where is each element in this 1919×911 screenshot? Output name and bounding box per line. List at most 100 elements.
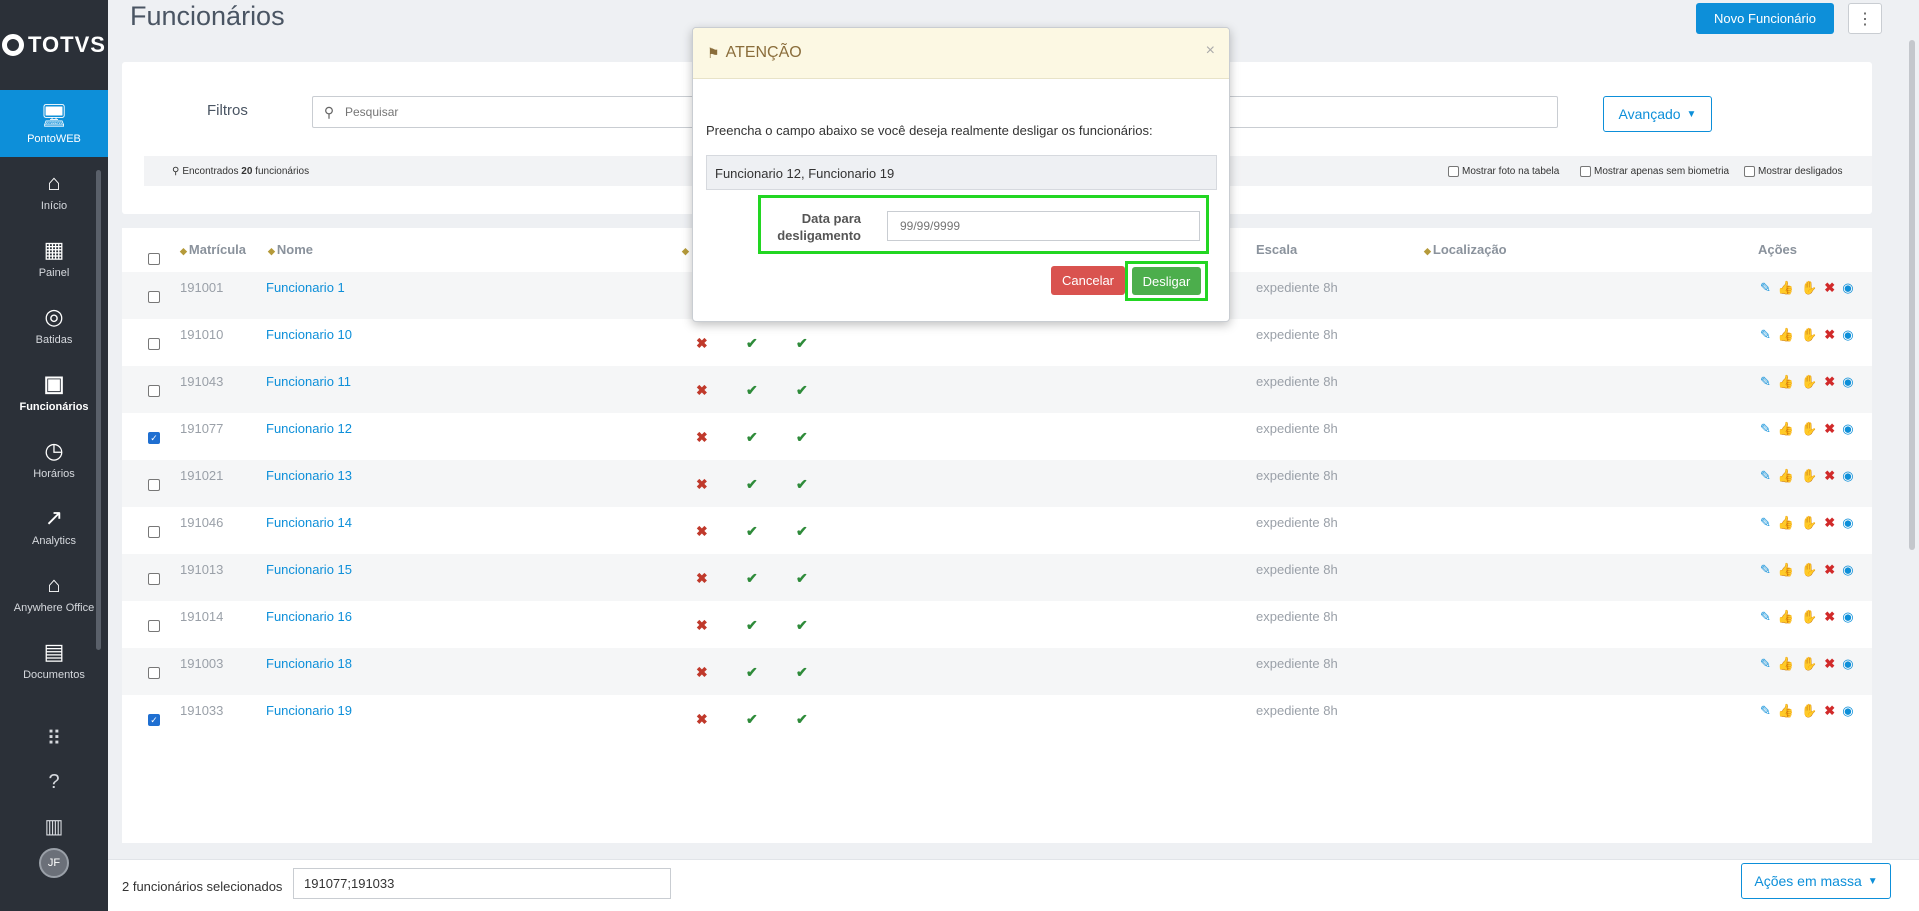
column-matricula[interactable]: ◆ Matrícula <box>180 242 246 257</box>
checkbox[interactable] <box>1580 166 1591 177</box>
hand-icon[interactable]: ✋ <box>1801 515 1817 531</box>
employee-name-link[interactable]: Funcionario 19 <box>266 703 352 718</box>
selected-ids-field[interactable]: 191077;191033 <box>293 868 671 899</box>
sidebar-item-horarios[interactable]: ◷ Horários <box>0 425 108 492</box>
option-show-photo[interactable]: Mostrar foto na tabela <box>1448 166 1559 177</box>
edit-icon[interactable]: ✎ <box>1760 515 1771 531</box>
search-input[interactable] <box>345 105 745 119</box>
row-checkbox[interactable] <box>148 385 160 397</box>
table-row[interactable]: ✓ 191077 Funcionario 12 ✖ ✔ ✔ expediente 8h ✎ 👍 ✋… <box>122 413 1872 460</box>
column-nome[interactable]: ◆ Nome <box>268 242 313 257</box>
employee-name-link[interactable]: Funcionario 11 <box>266 374 351 389</box>
eye-icon[interactable]: ◉ <box>1842 327 1853 343</box>
edit-icon[interactable]: ✎ <box>1760 374 1771 390</box>
employee-name-link[interactable]: Funcionario 18 <box>266 656 352 671</box>
edit-icon[interactable]: ✎ <box>1760 421 1771 437</box>
help-icon[interactable]: ? <box>48 760 59 804</box>
column-sort-extra[interactable]: ◆ <box>682 242 691 257</box>
checkbox[interactable] <box>1448 166 1459 177</box>
table-row[interactable]: 191046 Funcionario 14 ✖ ✔ ✔ expediente 8h ✎ 👍 ✋ ✖… <box>122 507 1872 554</box>
employee-name-link[interactable]: Funcionario 13 <box>266 468 352 483</box>
row-checkbox[interactable] <box>148 338 160 350</box>
table-row[interactable]: 191013 Funcionario 15 ✖ ✔ ✔ expediente 8h ✎ 👍 ✋ ✖… <box>122 554 1872 601</box>
hand-icon[interactable]: ✋ <box>1801 327 1817 343</box>
sidebar-item-batidas[interactable]: ◎ Batidas <box>0 291 108 358</box>
sidebar-item-anywhere-office[interactable]: ⌂ Anywhere Office <box>0 559 108 626</box>
thumbs-up-icon[interactable]: 👍 <box>1778 703 1794 719</box>
edit-icon[interactable]: ✎ <box>1760 656 1771 672</box>
hand-icon[interactable]: ✋ <box>1801 280 1817 296</box>
sidebar-item-analytics[interactable]: ↗ Analytics <box>0 492 108 559</box>
cancel-button[interactable]: Cancelar <box>1051 266 1125 295</box>
sidebar-item-inicio[interactable]: ⌂ Início <box>0 157 108 224</box>
eye-icon[interactable]: ◉ <box>1842 421 1853 437</box>
more-options-button[interactable]: ⋮ <box>1848 3 1882 34</box>
thumbs-up-icon[interactable]: 👍 <box>1778 421 1794 437</box>
employee-name-link[interactable]: Funcionario 10 <box>266 327 352 342</box>
eye-icon[interactable]: ◉ <box>1842 703 1853 719</box>
page-scrollbar[interactable] <box>1909 40 1915 550</box>
apps-grid-icon[interactable]: ⠿ <box>47 716 62 760</box>
thumbs-up-icon[interactable]: 👍 <box>1778 327 1794 343</box>
delete-icon[interactable]: ✖ <box>1824 374 1835 390</box>
company-icon[interactable]: ▥ <box>45 804 64 848</box>
eye-icon[interactable]: ◉ <box>1842 609 1853 625</box>
mass-actions-button[interactable]: Ações em massa ▼ <box>1741 863 1891 899</box>
sidebar-item-funcionarios[interactable]: ▣ Funcionários <box>0 358 108 425</box>
desligar-button[interactable]: Desligar <box>1132 267 1201 295</box>
hand-icon[interactable]: ✋ <box>1801 609 1817 625</box>
edit-icon[interactable]: ✎ <box>1760 280 1771 296</box>
sidebar-item-pontoweb[interactable]: 🖥 PontoWEB <box>0 90 108 157</box>
edit-icon[interactable]: ✎ <box>1760 468 1771 484</box>
row-checkbox[interactable] <box>148 526 160 538</box>
thumbs-up-icon[interactable]: 👍 <box>1778 656 1794 672</box>
edit-icon[interactable]: ✎ <box>1760 327 1771 343</box>
advanced-filter-button[interactable]: Avançado ▼ <box>1603 96 1712 132</box>
row-checkbox[interactable]: ✓ <box>148 432 160 444</box>
delete-icon[interactable]: ✖ <box>1824 327 1835 343</box>
hand-icon[interactable]: ✋ <box>1801 562 1817 578</box>
hand-icon[interactable]: ✋ <box>1801 703 1817 719</box>
thumbs-up-icon[interactable]: 👍 <box>1778 609 1794 625</box>
employee-name-link[interactable]: Funcionario 15 <box>266 562 352 577</box>
thumbs-up-icon[interactable]: 👍 <box>1778 562 1794 578</box>
employee-name-link[interactable]: Funcionario 16 <box>266 609 352 624</box>
thumbs-up-icon[interactable]: 👍 <box>1778 515 1794 531</box>
row-checkbox[interactable] <box>148 479 160 491</box>
employee-name-link[interactable]: Funcionario 1 <box>266 280 345 295</box>
eye-icon[interactable]: ◉ <box>1842 374 1853 390</box>
table-row[interactable]: 191014 Funcionario 16 ✖ ✔ ✔ expediente 8h ✎ 👍 ✋ ✖… <box>122 601 1872 648</box>
delete-icon[interactable]: ✖ <box>1824 656 1835 672</box>
edit-icon[interactable]: ✎ <box>1760 703 1771 719</box>
hand-icon[interactable]: ✋ <box>1801 374 1817 390</box>
thumbs-up-icon[interactable]: 👍 <box>1778 374 1794 390</box>
employee-name-link[interactable]: Funcionario 14 <box>266 515 352 530</box>
row-checkbox[interactable] <box>148 620 160 632</box>
row-checkbox[interactable] <box>148 291 160 303</box>
edit-icon[interactable]: ✎ <box>1760 609 1771 625</box>
thumbs-up-icon[interactable]: 👍 <box>1778 280 1794 296</box>
column-localizacao[interactable]: ◆ Localização <box>1424 242 1507 257</box>
employee-name-link[interactable]: Funcionario 12 <box>266 421 352 436</box>
hand-icon[interactable]: ✋ <box>1801 468 1817 484</box>
delete-icon[interactable]: ✖ <box>1824 421 1835 437</box>
eye-icon[interactable]: ◉ <box>1842 468 1853 484</box>
sidebar-scrollbar[interactable] <box>96 170 101 650</box>
table-row[interactable]: 191021 Funcionario 13 ✖ ✔ ✔ expediente 8h ✎ 👍 ✋ ✖… <box>122 460 1872 507</box>
select-all-checkbox[interactable] <box>148 253 160 265</box>
delete-icon[interactable]: ✖ <box>1824 562 1835 578</box>
table-row[interactable]: 191003 Funcionario 18 ✖ ✔ ✔ expediente 8h ✎ 👍 ✋ ✖… <box>122 648 1872 695</box>
delete-icon[interactable]: ✖ <box>1824 609 1835 625</box>
eye-icon[interactable]: ◉ <box>1842 515 1853 531</box>
sidebar-item-documentos[interactable]: ▤ Documentos <box>0 626 108 693</box>
hand-icon[interactable]: ✋ <box>1801 421 1817 437</box>
totvs-logo[interactable]: TOTVS <box>0 0 108 90</box>
dismissal-date-input[interactable] <box>887 211 1200 241</box>
new-employee-button[interactable]: Novo Funcionário <box>1696 3 1834 34</box>
table-row[interactable]: 191043 Funcionario 11 ✖ ✔ ✔ expediente 8h ✎ 👍 ✋ ✖… <box>122 366 1872 413</box>
thumbs-up-icon[interactable]: 👍 <box>1778 468 1794 484</box>
eye-icon[interactable]: ◉ <box>1842 280 1853 296</box>
hand-icon[interactable]: ✋ <box>1801 656 1817 672</box>
eye-icon[interactable]: ◉ <box>1842 562 1853 578</box>
edit-icon[interactable]: ✎ <box>1760 562 1771 578</box>
